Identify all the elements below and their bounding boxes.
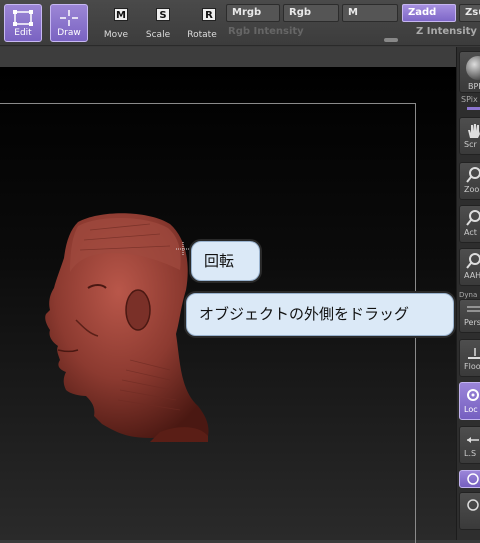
- actual-label: Act: [464, 228, 477, 237]
- floor-button[interactable]: Floo: [459, 339, 480, 377]
- local-label: Loc: [464, 405, 478, 414]
- bpr-button[interactable]: BPR: [459, 51, 480, 93]
- move-key: M: [114, 8, 128, 21]
- z-intensity-knob[interactable]: [384, 38, 398, 42]
- magnifier-icon: [460, 163, 480, 185]
- scroll-button[interactable]: Scr: [459, 117, 480, 155]
- dynamic-label: Dyna: [459, 291, 478, 299]
- mrgb-button[interactable]: Mrgb: [226, 4, 280, 22]
- spix-label: SPix: [461, 95, 478, 104]
- local-icon: [460, 383, 480, 405]
- edit-label: Edit: [14, 28, 32, 38]
- rotate-key: R: [202, 8, 216, 21]
- edit-button[interactable]: Edit: [4, 4, 42, 42]
- rgb-intensity-slider[interactable]: Rgb Intensity: [228, 26, 304, 37]
- perspective-label: Pers: [464, 318, 480, 327]
- floor-icon: [460, 340, 480, 362]
- canvas-header-strip: [0, 47, 456, 67]
- move-button[interactable]: M Move: [96, 6, 136, 42]
- actual-magnifier-icon: [460, 206, 480, 228]
- rotate-label: Rotate: [187, 30, 217, 40]
- zoom-button[interactable]: Zoo: [459, 162, 480, 200]
- aahalf-button[interactable]: AAH: [459, 248, 480, 286]
- y-rotate-button[interactable]: [459, 492, 480, 530]
- draw-icon: [60, 10, 78, 26]
- zsub-button[interactable]: Zsu: [459, 4, 480, 22]
- drag-outside-callout: オブジェクトの外側をドラッグ: [186, 293, 454, 336]
- lsym-label: L.S: [464, 449, 477, 458]
- scale-label: Scale: [145, 30, 171, 40]
- perspective-icon: [460, 300, 480, 318]
- right-shelf: BPR SPix Scr Zoo Act AAH Dyna Pers: [456, 47, 480, 540]
- top-toolbar: Edit Draw M Move S Scale R Rotate Mrgb R…: [0, 0, 480, 46]
- bpr-label: BPR: [468, 82, 480, 91]
- crosshair-cursor-icon: [176, 242, 190, 256]
- y-rotate-icon: [460, 493, 480, 515]
- scale-icon: S: [138, 8, 178, 28]
- m-button[interactable]: M: [342, 4, 398, 22]
- hand-icon: [460, 118, 480, 140]
- edit-icon: [13, 10, 33, 26]
- scale-key: S: [156, 8, 170, 21]
- aahalf-label: AAH: [464, 271, 480, 280]
- z-intensity-slider[interactable]: Z Intensity: [416, 26, 477, 37]
- xyz-rotate-button[interactable]: [459, 470, 480, 488]
- bpr-sphere-icon: [466, 56, 480, 80]
- xyz-rotate-icon: [460, 471, 480, 487]
- lsym-button[interactable]: L.S: [459, 426, 480, 464]
- perspective-button[interactable]: Pers: [459, 299, 480, 333]
- rgb-button[interactable]: Rgb: [283, 4, 339, 22]
- actual-button[interactable]: Act: [459, 205, 480, 243]
- lsym-icon: [460, 427, 480, 449]
- scroll-label: Scr: [464, 140, 477, 149]
- zoom-label: Zoo: [464, 185, 480, 194]
- spix-slider[interactable]: [467, 107, 480, 110]
- move-icon: M: [96, 8, 136, 28]
- draw-label: Draw: [57, 28, 81, 38]
- aahalf-magnifier-icon: [460, 249, 480, 271]
- rotate-button[interactable]: R Rotate: [182, 6, 222, 42]
- rotate-callout: 回転: [191, 241, 260, 281]
- zadd-button[interactable]: Zadd: [402, 4, 456, 22]
- draw-button[interactable]: Draw: [50, 4, 88, 42]
- move-label: Move: [103, 30, 129, 40]
- rotate-icon: R: [182, 8, 222, 28]
- local-button[interactable]: Loc: [459, 382, 480, 420]
- floor-label: Floo: [464, 362, 480, 371]
- document-canvas[interactable]: 回転 オブジェクトの外側をドラッグ: [0, 67, 456, 543]
- scale-button[interactable]: S Scale: [138, 6, 178, 42]
